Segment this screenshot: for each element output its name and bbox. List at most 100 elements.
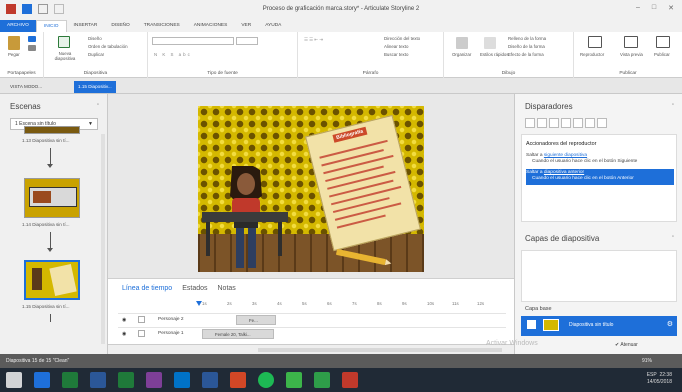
onenote-icon[interactable] — [146, 372, 162, 388]
tab-help[interactable]: AYUDA — [258, 20, 288, 32]
trigger-item[interactable]: Saltar a siguiente diapositiva Cuando el… — [526, 153, 674, 167]
new-slide-icon[interactable] — [58, 36, 70, 48]
language-indicator[interactable]: ESP — [647, 372, 657, 378]
design-button[interactable]: Diseño — [88, 36, 102, 41]
scenes-scrollbar[interactable] — [101, 134, 105, 344]
group-clipboard: Pegar Portapapeles — [0, 32, 44, 78]
slide-thumb-partial[interactable] — [24, 126, 80, 134]
storyline-icon[interactable] — [342, 372, 358, 388]
bibliography-paper[interactable]: Bibliografía — [305, 114, 421, 252]
clock-time[interactable]: 22:38 — [659, 372, 672, 378]
paste-trigger-button[interactable] — [561, 118, 571, 128]
checkbox-icon[interactable] — [527, 320, 536, 329]
doc-tab-story-view[interactable]: VISTA MODO... — [6, 81, 46, 93]
desk-leg — [278, 222, 282, 256]
ruler-tick: 4s — [277, 301, 282, 306]
dim-checkbox[interactable]: ✔ Atenuar — [615, 342, 638, 348]
cut-icon[interactable] — [28, 36, 36, 42]
trigger-target-link[interactable]: siguiente diapositiva — [544, 153, 587, 158]
quick-styles-icon[interactable] — [484, 37, 496, 49]
delete-trigger-button[interactable] — [573, 118, 583, 128]
font-format-buttons[interactable]: N K S abc — [154, 52, 192, 57]
camtasia-icon[interactable] — [286, 372, 302, 388]
shape-outline-button[interactable]: Diseño de la forma — [508, 44, 545, 49]
eye-icon[interactable]: ◉ — [122, 331, 126, 337]
lock-icon[interactable] — [138, 316, 145, 323]
pin-icon[interactable]: ▫ — [672, 102, 674, 108]
eye-icon[interactable]: ◉ — [122, 317, 126, 323]
trigger-target-link[interactable]: diapositiva anterior — [544, 170, 584, 175]
doc-tab-slide[interactable]: 1.15 Diapositiv... — [74, 81, 116, 93]
copy-icon[interactable] — [28, 45, 36, 51]
tab-notes[interactable]: Notas — [218, 285, 236, 292]
align-text-button[interactable]: Alinear texto — [384, 44, 408, 49]
organize-icon[interactable] — [456, 37, 468, 49]
text-direction-button[interactable]: Dirección del texto — [384, 36, 420, 41]
duplicate-button[interactable]: Duplicar — [88, 52, 104, 57]
tab-design[interactable]: DISEÑO — [104, 20, 136, 32]
word-icon[interactable] — [90, 372, 106, 388]
preview-icon[interactable] — [624, 36, 638, 48]
timeline-row[interactable]: ◉ Personaje 1 Female 20, Talki... — [118, 327, 506, 339]
close-button[interactable]: ✕ — [668, 4, 674, 12]
search-text-button[interactable]: Buscar texto — [384, 52, 408, 57]
pin-icon[interactable]: ▫ — [97, 102, 99, 108]
zoom-level[interactable]: 91% — [642, 358, 652, 364]
paste-icon[interactable] — [8, 36, 20, 50]
trigger-condition: Cuando el usuario hace clic en el botón … — [532, 176, 634, 181]
tab-timeline[interactable]: Línea de tiempo — [122, 285, 172, 292]
slide-thumb-selected[interactable] — [24, 260, 80, 300]
base-layer-row[interactable]: Diapositiva sin título ⚙ — [521, 316, 677, 336]
tab-order-button[interactable]: Orden de tabulación — [88, 44, 128, 49]
tab-file[interactable]: ARCHIVO — [0, 20, 36, 32]
edge-icon[interactable] — [34, 372, 50, 388]
lock-icon[interactable] — [138, 330, 145, 337]
font-size-select[interactable] — [236, 37, 258, 45]
pin-icon[interactable]: ▫ — [672, 234, 674, 240]
timeline-footer — [108, 344, 514, 354]
excel-icon[interactable] — [118, 372, 134, 388]
ribbon: Pegar Portapapeles Nueva diapositiva Dis… — [0, 32, 682, 78]
slide-thumbnail-list: 1.13 Diapositiva sin tí... 1.14 Diaposit… — [10, 126, 104, 350]
outlook-icon[interactable] — [174, 372, 190, 388]
new-trigger-button[interactable] — [525, 118, 535, 128]
move-up-button[interactable] — [585, 118, 595, 128]
tab-animations[interactable]: ANIMACIONES — [187, 20, 235, 32]
minimize-button[interactable]: – — [636, 4, 640, 12]
shape-fill-button[interactable]: Relleno de la forma — [508, 36, 546, 41]
timeline-bar[interactable]: Fe... — [236, 315, 276, 325]
tab-insert[interactable]: INSERTAR — [67, 20, 105, 32]
spotify-icon[interactable] — [258, 372, 274, 388]
text-line — [332, 197, 390, 214]
slide-thumb[interactable] — [24, 178, 80, 218]
slide-stage[interactable]: Bibliografía — [198, 106, 424, 272]
shape-effect-button[interactable]: Efecto de la forma — [508, 52, 544, 57]
playhead[interactable] — [196, 301, 202, 306]
player-icon[interactable] — [588, 36, 602, 48]
move-down-button[interactable] — [597, 118, 607, 128]
bullet-buttons[interactable]: ☰ ☰ ⇤ ⇥ — [304, 37, 323, 43]
clock-date[interactable]: 14/05/2018 — [647, 379, 672, 385]
excel-icon[interactable] — [62, 372, 78, 388]
font-family-select[interactable] — [152, 37, 234, 45]
timeline-bar[interactable]: Female 20, Talki... — [202, 329, 274, 339]
windows-start-icon[interactable] — [6, 372, 22, 388]
publish-icon[interactable] — [656, 36, 670, 48]
tab-transitions[interactable]: TRANSICIONES — [137, 20, 187, 32]
timeline-scrollbar[interactable] — [258, 348, 502, 352]
timeline-row[interactable]: ◉ Personaje 2 Fe... — [118, 313, 506, 325]
camtasia-recorder-icon[interactable] — [314, 372, 330, 388]
group-font: N K S abc Tipo de fuente — [148, 32, 298, 78]
new-slide-label: Nueva diapositiva — [54, 51, 76, 61]
copy-trigger-button[interactable] — [549, 118, 559, 128]
tab-states[interactable]: Estados — [182, 285, 207, 292]
tab-view[interactable]: VER — [234, 20, 258, 32]
trigger-item-selected[interactable]: Saltar a diapositiva anterior Cuando el … — [526, 169, 674, 185]
time-ruler[interactable]: 1s 2s 3s 4s 5s 6s 7s 8s 9s 10s 11s 12s — [194, 301, 506, 309]
word-icon[interactable] — [202, 372, 218, 388]
maximize-button[interactable]: □ — [652, 4, 656, 12]
edit-trigger-button[interactable] — [537, 118, 547, 128]
powerpoint-icon[interactable] — [230, 372, 246, 388]
tab-home[interactable]: INICIO — [35, 20, 67, 32]
gear-icon[interactable]: ⚙ — [667, 320, 673, 328]
